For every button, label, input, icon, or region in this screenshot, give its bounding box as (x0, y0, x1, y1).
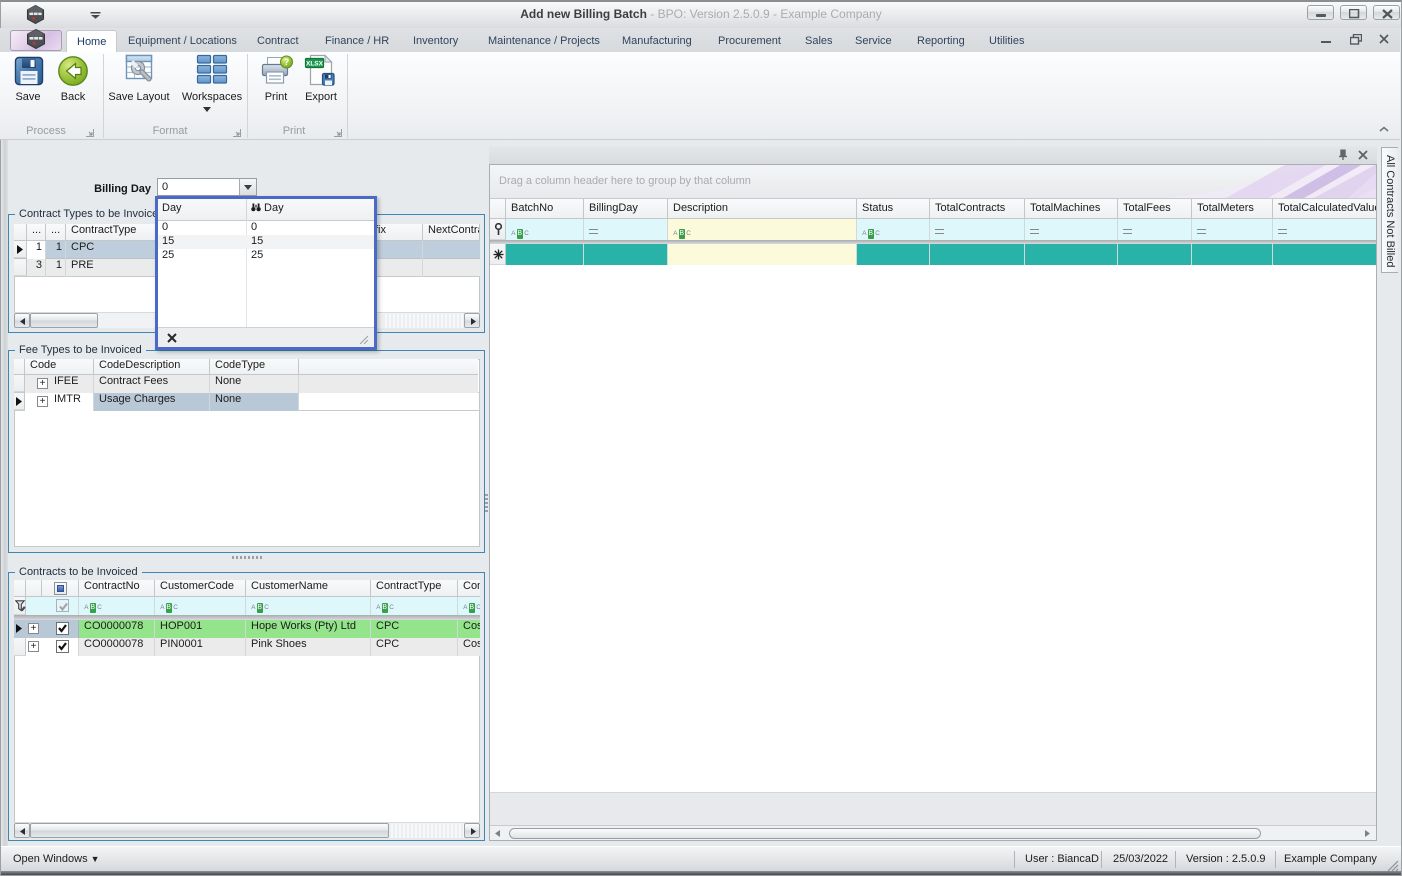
svg-text:?: ? (284, 57, 290, 67)
svg-text:XLSX: XLSX (306, 61, 324, 68)
